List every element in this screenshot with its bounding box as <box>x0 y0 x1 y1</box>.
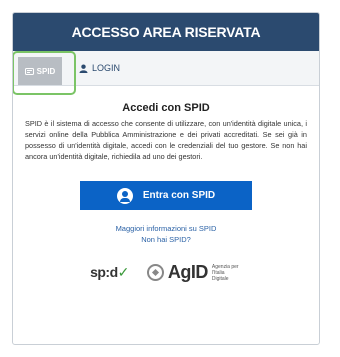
enter-with-spid-label: Entra con SPID <box>142 190 216 201</box>
spid-check-icon: ✓ <box>117 264 130 280</box>
more-info-link[interactable]: Maggiori informazioni su SPID <box>25 223 307 234</box>
tab-login[interactable]: LOGIN <box>79 63 120 73</box>
spid-links: Maggiori informazioni su SPID Non hai SP… <box>25 223 307 245</box>
panel-title: ACCESSO AREA RISERVATA <box>71 24 261 40</box>
login-panel: ACCESSO AREA RISERVATA SPID LOGIN Accedi… <box>12 12 320 345</box>
agid-subtitle: Agenzia per l'Italia Digitale <box>211 263 239 282</box>
enter-with-spid-button[interactable]: Entra con SPID <box>80 181 252 210</box>
tab-bar: SPID LOGIN <box>13 51 319 95</box>
spid-description: SPID è il sistema di accesso che consent… <box>25 119 307 161</box>
no-spid-link[interactable]: Non hai SPID? <box>25 234 307 245</box>
spid-logo-text: sp:d <box>90 264 118 280</box>
spid-title: Accedi con SPID <box>122 102 210 114</box>
spid-logo: sp:d✓ <box>90 264 129 281</box>
agid-logo: AgID Agenzia per l'Italia Digitale <box>146 262 242 283</box>
agid-logo-text: AgID <box>167 262 209 282</box>
user-avatar-icon <box>116 187 133 204</box>
tab-spid-label: SPID <box>36 66 56 76</box>
panel-header: ACCESSO AREA RISERVATA <box>13 13 319 51</box>
agid-emblem-icon <box>146 264 164 281</box>
tab-spid[interactable]: SPID <box>18 57 62 85</box>
spid-section: Accedi con SPID SPID è il sistema di acc… <box>13 102 319 283</box>
tab-login-label: LOGIN <box>92 63 121 73</box>
logos-row: sp:d✓ AgID Agenzia per l'Italia Digitale <box>25 262 307 283</box>
user-icon <box>79 64 88 73</box>
id-card-icon <box>24 67 34 75</box>
